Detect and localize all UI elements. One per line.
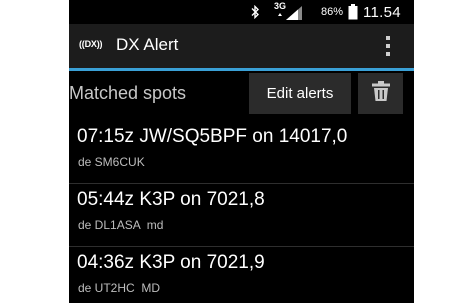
app-logo[interactable]: ((DX)) xyxy=(79,39,102,49)
overflow-menu-icon[interactable] xyxy=(382,34,394,58)
matched-spots-header: Matched spots Edit alerts xyxy=(69,71,414,121)
spot-title: 07:15z JW/SQ5BPF on 14017,0 xyxy=(77,126,348,147)
spot-title: 04:36z K3P on 7021,9 xyxy=(77,252,265,273)
bluetooth-icon xyxy=(250,0,264,24)
list-item[interactable]: 05:44z K3P on 7021,8 de DL1ASA md xyxy=(69,184,414,246)
spot-title: 05:44z K3P on 7021,8 xyxy=(77,189,265,210)
spot-spotter: de UT2HC MD xyxy=(78,281,161,295)
trash-icon xyxy=(371,81,390,106)
list-item[interactable]: 04:36z K3P on 7021,9 de UT2HC MD xyxy=(69,247,414,303)
battery-percentage: 86% xyxy=(321,6,344,18)
clock: 11.54 xyxy=(363,3,401,21)
app-title: DX Alert xyxy=(116,35,179,54)
action-bar: ((DX)) DX Alert xyxy=(69,24,414,68)
signal-icon: 3G xyxy=(274,0,304,24)
phone-screen: 3G 86% 11.54 ((DX)) DX Alert Matched spo… xyxy=(69,0,414,303)
section-title: Matched spots xyxy=(69,83,187,103)
delete-button[interactable] xyxy=(358,73,403,114)
edit-alerts-button[interactable]: Edit alerts xyxy=(249,73,351,114)
spot-spotter: de SM6CUK xyxy=(78,155,145,169)
battery-icon xyxy=(348,0,358,24)
spot-spotter: de DL1ASA md xyxy=(78,218,164,232)
list-item[interactable]: 07:15z JW/SQ5BPF on 14017,0 de SM6CUK xyxy=(69,121,414,183)
status-bar: 3G 86% 11.54 xyxy=(69,0,414,24)
